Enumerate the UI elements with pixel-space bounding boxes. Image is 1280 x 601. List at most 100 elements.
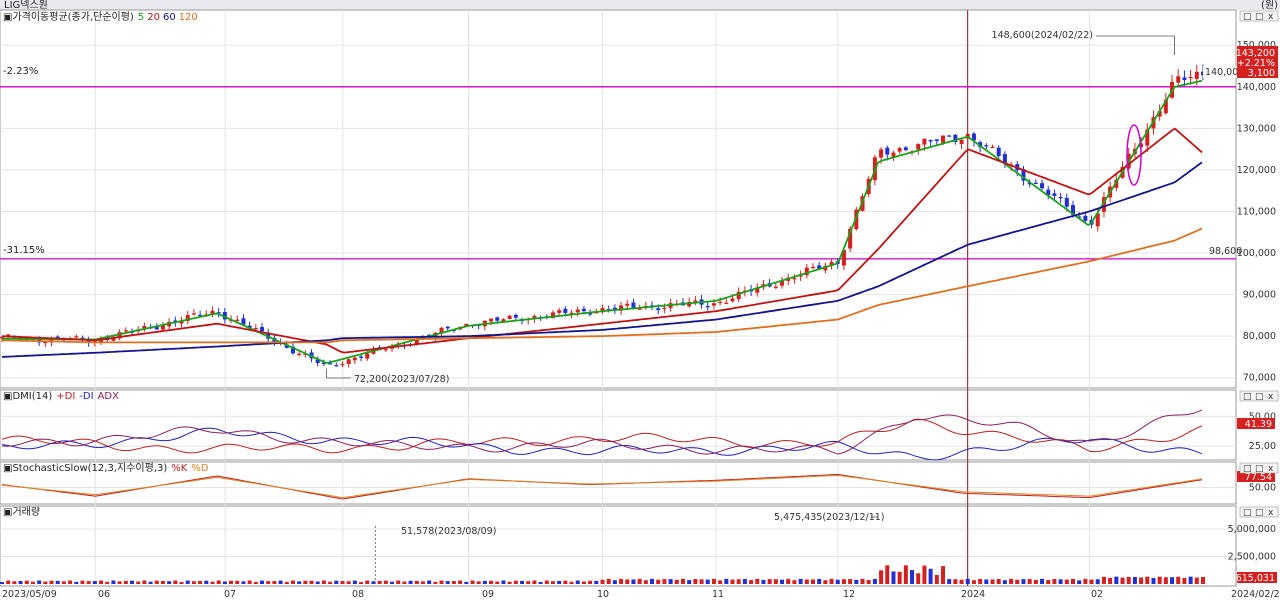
volume-bar — [755, 578, 760, 584]
volume-bar — [1083, 578, 1088, 584]
volume-bar — [427, 580, 432, 584]
candle-body — [260, 327, 265, 332]
price-panel-icon: ▣ — [3, 12, 12, 23]
stochastic-panel-icon: ▣ — [3, 463, 12, 474]
y-tick-label: 100,000 — [1237, 248, 1276, 259]
volume-bar — [934, 574, 939, 584]
candle-body — [297, 353, 302, 355]
y-tick-label: 50.00 — [1249, 483, 1276, 494]
candle-body — [1052, 193, 1057, 196]
volume-close-button[interactable]: x — [1268, 508, 1274, 518]
volume-bar — [742, 579, 747, 584]
volume-bar — [371, 581, 376, 584]
stock-chart-window: LIG넥스원 (원) 150,000140,000130,000120,0001… — [0, 0, 1280, 601]
volume-bar — [953, 579, 958, 584]
candle-body — [959, 139, 964, 145]
candle-body — [346, 359, 351, 365]
candle-body — [191, 313, 196, 315]
volume-bar — [260, 580, 265, 584]
dmi-panel-controls[interactable]: □ □ x — [1239, 390, 1279, 402]
candle-body — [990, 146, 995, 149]
volume-bar — [940, 566, 945, 584]
stochastic-maximize-button[interactable]: □ — [1255, 464, 1264, 474]
volume-bar — [612, 580, 617, 584]
volume-bar — [309, 580, 314, 584]
adx-label: ADX — [98, 391, 120, 402]
ma5-label: 5 — [138, 12, 144, 23]
dmi-panel-title: ▣DMI(14) +DI -DI ADX — [3, 391, 119, 402]
volume-bar — [1046, 580, 1051, 584]
ma120-label: 120 — [179, 12, 198, 23]
price-maximize-button[interactable]: □ — [1255, 12, 1264, 22]
volume-bar — [229, 580, 234, 584]
volume-bar — [1126, 576, 1131, 584]
price-close-button[interactable]: x — [1268, 12, 1274, 22]
dmi-close-button[interactable]: x — [1268, 392, 1274, 402]
volume-bar — [643, 580, 648, 584]
volume-bar — [445, 581, 450, 584]
price-panel-controls[interactable]: □ □ x — [1239, 10, 1279, 22]
volume-bar — [1015, 579, 1020, 584]
volume-bar — [662, 579, 667, 584]
volume-panel-title: ▣거래량 — [3, 506, 40, 518]
stoch-k-label: %K — [171, 463, 188, 474]
volume-bar — [1120, 577, 1125, 584]
volume-bar — [346, 581, 351, 584]
volume-bar — [792, 580, 797, 584]
volume-bar — [780, 579, 785, 584]
volume-bar — [885, 565, 890, 584]
unit-label: (원) — [1261, 0, 1278, 11]
y-tick-label: 25.00 — [1249, 441, 1276, 452]
volume-panel-controls[interactable]: □ □ x — [1239, 506, 1279, 518]
volume-bar — [978, 578, 983, 584]
stochastic-title-text: StochasticSlow(12,3,지수이평,3) — [12, 462, 167, 474]
volume-bar — [854, 579, 859, 584]
stochastic-panel-controls[interactable]: □ □ x — [1239, 462, 1279, 474]
price-minimize-button[interactable]: □ — [1243, 12, 1252, 22]
volume-bar — [631, 579, 636, 584]
volume-bar — [167, 581, 172, 584]
volume-bar — [142, 580, 147, 584]
volume-bar — [786, 578, 791, 584]
candle-body — [947, 135, 952, 137]
volume-bar — [532, 580, 537, 584]
volume-bar — [705, 579, 710, 584]
dmi-title-text: DMI(14) — [12, 391, 52, 402]
volume-bar — [328, 581, 333, 584]
dmi-minimize-button[interactable]: □ — [1243, 392, 1252, 402]
volume-bar — [581, 581, 586, 584]
volume-bar — [191, 581, 196, 584]
volume-max-annotation: 5,475,435(2023/12/11) — [774, 512, 885, 523]
volume-bar — [470, 580, 475, 584]
candle-body — [575, 309, 580, 313]
header-bar — [0, 0, 1280, 10]
volume-panel-icon: ▣ — [3, 507, 12, 518]
candle-body — [495, 317, 500, 321]
volume-bar — [928, 568, 933, 584]
y-tick-label: 70,000 — [1243, 373, 1276, 384]
volume-bar — [1170, 577, 1175, 584]
volume-bar — [922, 565, 927, 584]
volume-bar — [489, 580, 494, 584]
volume-bar — [526, 581, 531, 584]
volume-minimize-button[interactable]: □ — [1243, 508, 1252, 518]
volume-bar — [315, 581, 320, 584]
stochastic-close-button[interactable]: x — [1268, 464, 1274, 474]
volume-bar — [1070, 578, 1075, 584]
volume-bar — [377, 580, 382, 584]
volume-bar — [798, 578, 803, 584]
dmi-maximize-button[interactable]: □ — [1255, 392, 1264, 402]
low-price-annotation: 72,200(2023/07/28) — [354, 374, 449, 385]
volume-bar — [253, 581, 258, 584]
volume-bar — [1064, 579, 1069, 584]
volume-maximize-button[interactable]: □ — [1255, 508, 1264, 518]
stochastic-minimize-button[interactable]: □ — [1243, 464, 1252, 474]
candle-body — [934, 139, 939, 142]
volume-bar — [297, 581, 302, 584]
volume-bar — [860, 578, 865, 584]
volume-bar — [266, 581, 271, 584]
x-axis-label-start: 2023/05/09 — [2, 589, 57, 600]
volume-title-text: 거래량 — [12, 506, 40, 518]
y-tick-label: 90,000 — [1243, 290, 1276, 301]
volume-bar — [823, 580, 828, 584]
